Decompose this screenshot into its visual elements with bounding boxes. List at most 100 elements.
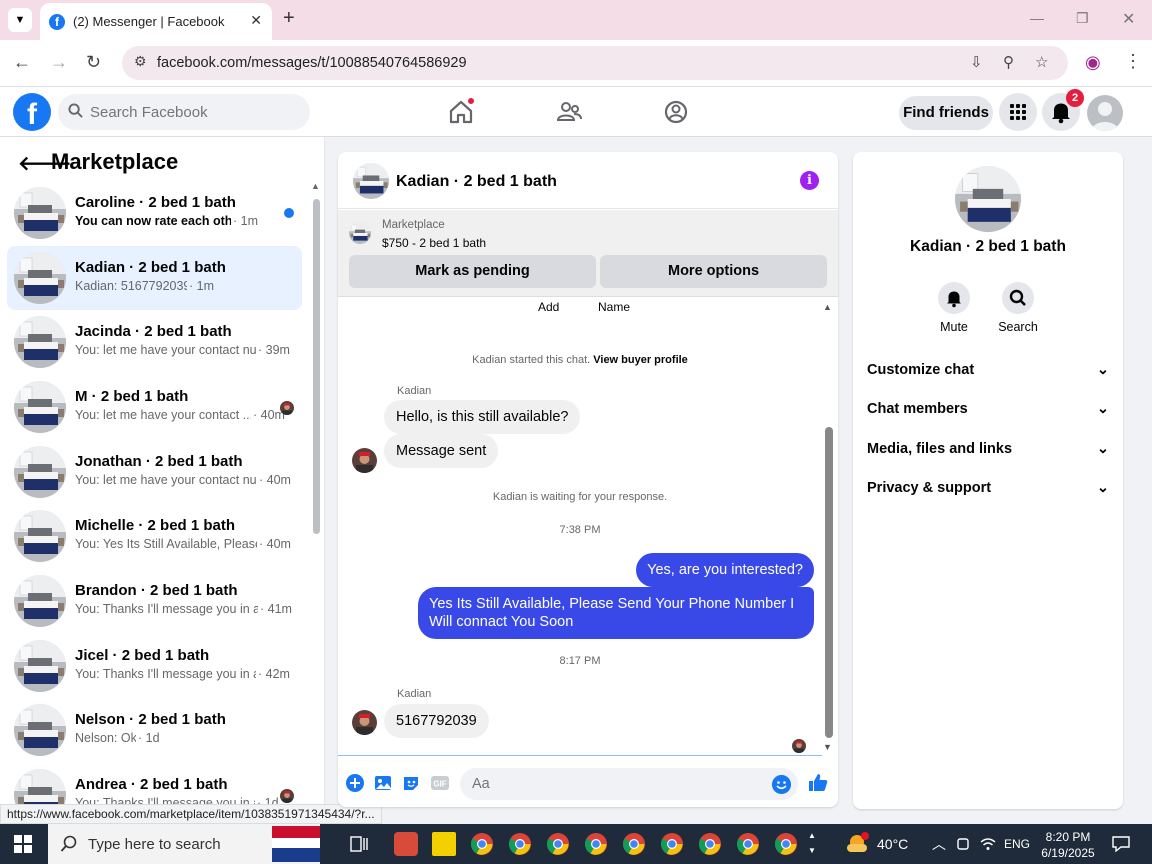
add-action-label[interactable]: Add <box>538 300 559 314</box>
facebook-search[interactable] <box>58 94 310 130</box>
restore-button[interactable]: ❐ <box>1076 10 1089 27</box>
sender-avatar[interactable] <box>352 448 377 473</box>
incoming-message[interactable]: Message sent <box>384 434 499 468</box>
conversation-item[interactable]: Jacinda · 2 bed 1 bath You: let me have y… <box>7 310 302 374</box>
menu-grid-button[interactable] <box>999 93 1037 131</box>
message-input[interactable] <box>460 768 798 800</box>
chat-scrollbar[interactable] <box>825 427 833 738</box>
sender-name: Kadian <box>397 688 432 700</box>
chat-avatar[interactable] <box>353 163 389 199</box>
conversation-item[interactable]: Michelle · 2 bed 1 bath You: Yes Its Stil… <box>7 504 302 568</box>
sender-avatar[interactable] <box>352 710 377 735</box>
weather-icon[interactable] <box>845 832 871 856</box>
task-view-icon[interactable] <box>350 836 368 852</box>
conversation-item[interactable]: Jicel · 2 bed 1 bath You: Thanks I'll mes… <box>7 634 302 698</box>
groups-icon[interactable] <box>662 98 690 126</box>
profile-icon[interactable]: ◉ <box>1085 52 1101 73</box>
account-avatar[interactable] <box>1087 95 1123 131</box>
reload-button[interactable]: ↻ <box>86 52 101 73</box>
conversation-name: Kadian · 2 bed 1 bath <box>75 259 226 276</box>
view-buyer-profile-link[interactable]: View buyer profile <box>593 354 688 366</box>
incoming-message[interactable]: Hello, is this still available? <box>384 400 581 434</box>
minimize-button[interactable]: — <box>1030 10 1044 26</box>
scroll-up-arrow[interactable]: ▲ <box>311 181 320 191</box>
outgoing-message[interactable]: Yes, are you interested? <box>636 553 814 587</box>
mute-button[interactable]: Mute <box>924 282 984 334</box>
name-action-label[interactable]: Name <box>598 300 630 314</box>
taskbar-search[interactable]: Type here to search <box>48 824 320 864</box>
privacy-support-section[interactable]: Privacy & support ⌄ <box>867 480 1109 504</box>
zoom-icon[interactable]: ⚲ <box>1003 53 1014 71</box>
emoji-icon[interactable] <box>772 775 791 794</box>
chrome-app-icon[interactable] <box>698 832 722 856</box>
facebook-logo-icon[interactable]: f <box>13 93 51 131</box>
conversation-item[interactable]: M · 2 bed 1 bath You: let me have your co… <box>7 375 302 439</box>
site-settings-icon[interactable]: ⚙ <box>134 53 147 70</box>
photo-icon[interactable] <box>374 774 392 792</box>
windows-start-icon[interactable] <box>14 835 32 853</box>
back-button[interactable]: ← <box>13 52 31 73</box>
listing-thumbnail[interactable] <box>349 222 371 244</box>
flag-widget-icon[interactable] <box>272 826 320 862</box>
taskbar-scroll-arrows[interactable]: ▲ ▼ <box>808 828 816 858</box>
plus-icon[interactable] <box>346 774 364 792</box>
chrome-app-icon[interactable] <box>622 832 646 856</box>
outgoing-message[interactable]: Yes Its Still Available, Please Send You… <box>418 587 814 639</box>
wifi-icon[interactable] <box>980 837 996 851</box>
chevron-down-icon: ⌄ <box>1096 362 1109 378</box>
mark-as-pending-button[interactable]: Mark as pending <box>349 255 596 288</box>
chrome-app-icon[interactable] <box>660 832 684 856</box>
install-app-icon[interactable]: ⇩ <box>970 53 983 71</box>
conversation-item[interactable]: Brandon · 2 bed 1 bath You: Thanks I'll m… <box>7 569 302 633</box>
conversation-item[interactable]: Caroline · 2 bed 1 bath You can now rate … <box>7 181 302 245</box>
media-files-links-section[interactable]: Media, files and links ⌄ <box>867 441 1109 465</box>
sidebar-scrollbar[interactable] <box>313 199 320 534</box>
paint-app-icon[interactable] <box>394 832 418 856</box>
search-icon <box>1009 289 1026 306</box>
contact-avatar[interactable] <box>955 166 1021 232</box>
more-options-button[interactable]: More options <box>600 255 827 288</box>
chrome-app-icon[interactable] <box>736 832 760 856</box>
close-tab-icon[interactable]: ✕ <box>250 12 262 29</box>
meet-icon[interactable] <box>956 837 970 851</box>
chrome-app-icon[interactable] <box>470 832 494 856</box>
gif-icon[interactable]: GIF <box>430 774 450 792</box>
menu-icon[interactable]: ⋮ <box>1124 51 1142 72</box>
chrome-app-icon[interactable] <box>584 832 608 856</box>
forward-button[interactable]: → <box>50 52 68 73</box>
address-bar[interactable]: ⚙ facebook.com/messages/t/10088540764586… <box>122 46 1068 80</box>
conversation-item[interactable]: Kadian · 2 bed 1 bath Kadian: 5167792039 ·… <box>7 246 302 310</box>
notification-center-icon[interactable] <box>1112 836 1130 852</box>
incoming-message[interactable]: 5167792039 <box>384 704 489 738</box>
listing-price[interactable]: $750 - 2 bed 1 bath <box>382 236 486 250</box>
chrome-app-icon[interactable] <box>774 832 798 856</box>
info-icon[interactable]: i <box>800 171 819 190</box>
facebook-search-input[interactable] <box>90 94 300 130</box>
sticky-notes-icon[interactable] <box>432 832 456 856</box>
conversation-item[interactable]: Jonathan · 2 bed 1 bath You: let me have … <box>7 440 302 504</box>
friends-icon[interactable] <box>555 98 583 126</box>
chat-scroll-up-arrow[interactable]: ▲ <box>823 302 832 312</box>
conversation-item[interactable]: Nelson · 2 bed 1 bath Nelson: Ok · 1d <box>7 698 302 762</box>
like-icon[interactable] <box>808 772 828 792</box>
customize-chat-section[interactable]: Customize chat ⌄ <box>867 362 1109 386</box>
chat-scroll-down-arrow[interactable]: ▼ <box>823 742 832 752</box>
find-friends-button[interactable]: Find friends <box>899 96 993 130</box>
chrome-app-icon[interactable] <box>508 832 532 856</box>
browser-tab[interactable]: f (2) Messenger | Facebook ✕ <box>40 3 272 40</box>
close-window-button[interactable]: ✕ <box>1122 9 1135 29</box>
conversation-item[interactable]: Andrea · 2 bed 1 bath You: Thanks I'll me… <box>7 763 302 804</box>
chrome-app-icon[interactable] <box>546 832 570 856</box>
chat-title[interactable]: Kadian · 2 bed 1 bath <box>396 173 557 191</box>
chat-members-section[interactable]: Chat members ⌄ <box>867 401 1109 425</box>
conversation-name: M · 2 bed 1 bath <box>75 388 189 405</box>
input-language[interactable]: ENG <box>1004 837 1030 851</box>
clock[interactable]: 8:20 PM 6/19/2025 <box>1036 829 1100 861</box>
temperature: 40°C <box>877 836 909 852</box>
tray-chevron-up-icon[interactable]: ︿ <box>932 834 946 854</box>
bookmark-star-icon[interactable]: ☆ <box>1035 53 1048 71</box>
tab-search-button[interactable]: ▼ <box>8 8 32 32</box>
new-tab-button[interactable]: + <box>283 7 295 30</box>
search-conversation-button[interactable]: Search <box>988 282 1048 334</box>
sticker-icon[interactable] <box>402 774 420 792</box>
